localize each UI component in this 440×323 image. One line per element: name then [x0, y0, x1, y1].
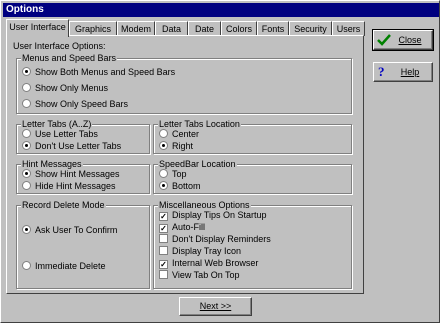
- checkbox[interactable]: ✓: [159, 224, 168, 233]
- option-label: Show Only Menus: [35, 83, 109, 93]
- tab-graphics[interactable]: Graphics: [69, 21, 117, 36]
- close-button[interactable]: Close: [372, 29, 434, 51]
- tab-fonts[interactable]: Fonts: [257, 21, 289, 36]
- radio-button[interactable]: [22, 169, 31, 178]
- option-label: Internal Web Browser: [172, 258, 259, 268]
- checkbox-dont-display-reminders[interactable]: Don't Display Reminders: [159, 234, 271, 245]
- radio-button[interactable]: [22, 181, 31, 190]
- option-label: Don't Display Reminders: [172, 234, 271, 244]
- option-label: Hide Hint Messages: [35, 181, 116, 191]
- radio-show-only-menus[interactable]: Show Only Menus: [22, 83, 108, 94]
- tab-colors[interactable]: Colors: [221, 21, 257, 36]
- radio-button[interactable]: [22, 99, 31, 108]
- tab-users[interactable]: Users: [332, 21, 365, 36]
- radio-button[interactable]: [159, 129, 168, 138]
- group-title: SpeedBar Location: [158, 159, 237, 169]
- miscellaneous-options-group: Miscellaneous Options ✓ Display Tips On S…: [153, 200, 352, 289]
- option-label: Display Tray Icon: [172, 246, 242, 256]
- group-title: Menus and Speed Bars: [21, 53, 118, 63]
- checkbox-display-tray-icon[interactable]: Display Tray Icon: [159, 246, 241, 257]
- tab-date[interactable]: Date: [188, 21, 221, 36]
- close-label: Close: [398, 35, 422, 45]
- option-label: Auto-Fill: [172, 222, 206, 232]
- radio-button[interactable]: [22, 83, 31, 92]
- radio-bottom[interactable]: Bottom: [159, 181, 201, 192]
- hint-messages-group: Hint Messages Show Hint Messages Hide Hi…: [16, 159, 150, 194]
- tab-security[interactable]: Security: [289, 21, 332, 36]
- checkbox-view-tab-on-top[interactable]: View Tab On Top: [159, 270, 240, 281]
- radio-button[interactable]: [22, 225, 31, 234]
- option-label: Right: [172, 141, 194, 151]
- group-title: Letter Tabs Location: [158, 119, 241, 129]
- option-label: Show Hint Messages: [35, 169, 120, 179]
- radio-right[interactable]: Right: [159, 141, 193, 152]
- green-check-icon: [377, 34, 391, 46]
- speedbar-location-group: SpeedBar Location Top Bottom: [153, 159, 352, 194]
- checkbox[interactable]: [159, 270, 168, 279]
- option-label: Ask User To Confirm: [35, 225, 118, 235]
- radio-show-only-speedbars[interactable]: Show Only Speed Bars: [22, 99, 128, 110]
- radio-use-letter-tabs[interactable]: Use Letter Tabs: [22, 129, 98, 140]
- options-window: Options User Interface Graphics Modem Da…: [0, 0, 440, 323]
- letter-tabs-group: Letter Tabs (A..Z) Use Letter Tabs Don't…: [16, 119, 150, 154]
- radio-ask-user-to-confirm[interactable]: Ask User To Confirm: [22, 225, 117, 236]
- radio-center[interactable]: Center: [159, 129, 199, 140]
- option-label: Use Letter Tabs: [35, 129, 98, 139]
- option-label: Bottom: [172, 181, 201, 191]
- help-label: Help: [400, 67, 420, 77]
- blue-question-icon: ?: [378, 64, 385, 79]
- radio-button[interactable]: [22, 261, 31, 270]
- option-label: Immediate Delete: [35, 261, 106, 271]
- radio-button[interactable]: [159, 181, 168, 190]
- record-delete-mode-group: Record Delete Mode Ask User To Confirm I…: [16, 200, 150, 289]
- option-label: Show Both Menus and Speed Bars: [35, 67, 176, 77]
- option-label: Display Tips On Startup: [172, 210, 267, 220]
- radio-dont-use-letter-tabs[interactable]: Don't Use Letter Tabs: [22, 141, 121, 152]
- checkbox-internal-web-browser[interactable]: ✓ Internal Web Browser: [159, 258, 258, 269]
- option-label: Don't Use Letter Tabs: [35, 141, 122, 151]
- next-button[interactable]: Next >>: [179, 297, 252, 316]
- tab-user-interface[interactable]: User Interface: [6, 19, 69, 37]
- tab-data[interactable]: Data: [155, 21, 188, 36]
- checkbox-display-tips[interactable]: ✓ Display Tips On Startup: [159, 210, 267, 221]
- panel-title: User Interface Options:: [13, 41, 106, 51]
- radio-button[interactable]: [22, 141, 31, 150]
- checkbox-auto-fill[interactable]: ✓ Auto-Fill: [159, 222, 205, 233]
- radio-immediate-delete[interactable]: Immediate Delete: [22, 261, 106, 272]
- group-title: Letter Tabs (A..Z): [21, 119, 93, 129]
- group-title: Miscellaneous Options: [158, 200, 251, 210]
- radio-button[interactable]: [22, 67, 31, 76]
- option-label: View Tab On Top: [172, 270, 240, 280]
- radio-button[interactable]: [159, 169, 168, 178]
- option-label: Show Only Speed Bars: [35, 99, 129, 109]
- window-title: Options: [3, 3, 439, 17]
- radio-button[interactable]: [159, 141, 168, 150]
- user-interface-panel: User Interface Options: Menus and Speed …: [6, 35, 364, 294]
- checkbox[interactable]: ✓: [159, 260, 168, 269]
- menus-speedbars-group: Menus and Speed Bars Show Both Menus and…: [16, 53, 352, 114]
- radio-top[interactable]: Top: [159, 169, 187, 180]
- radio-button[interactable]: [22, 129, 31, 138]
- group-title: Record Delete Mode: [21, 200, 106, 210]
- option-label: Top: [172, 169, 187, 179]
- help-button[interactable]: ? Help: [373, 62, 433, 82]
- radio-hide-hint-messages[interactable]: Hide Hint Messages: [22, 181, 116, 192]
- letter-tabs-location-group: Letter Tabs Location Center Right: [153, 119, 352, 154]
- radio-show-both[interactable]: Show Both Menus and Speed Bars: [22, 67, 175, 78]
- radio-show-hint-messages[interactable]: Show Hint Messages: [22, 169, 120, 180]
- tab-modem[interactable]: Modem: [117, 21, 155, 36]
- next-label: Next >>: [199, 301, 232, 311]
- group-title: Hint Messages: [21, 159, 83, 169]
- checkbox[interactable]: [159, 246, 168, 255]
- checkbox[interactable]: ✓: [159, 212, 168, 221]
- checkbox[interactable]: [159, 234, 168, 243]
- option-label: Center: [172, 129, 200, 139]
